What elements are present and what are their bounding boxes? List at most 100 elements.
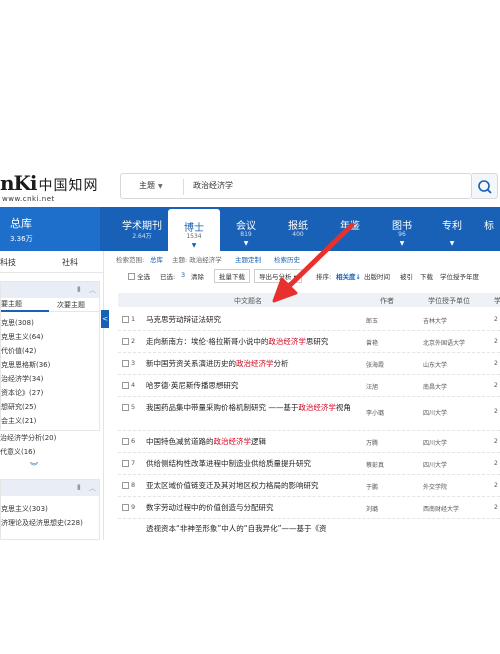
- discipline-social[interactable]: 社科: [62, 257, 78, 268]
- export-analyze-button[interactable]: 导出与分析 ▾: [254, 269, 302, 283]
- sort-degree-year[interactable]: 学位授予年度: [440, 271, 479, 281]
- row-title[interactable]: 亚太区域价值链变迁及其对地区权力格局的影响研究: [146, 480, 361, 492]
- row-unit[interactable]: 吉林大学: [423, 316, 447, 325]
- tab-total-library[interactable]: 总库 3.36万: [0, 207, 100, 251]
- table-row[interactable]: 8 亚太区域价值链变迁及其对地区权力格局的影响研究 于鹏 外交学院 2: [118, 475, 500, 497]
- row-unit[interactable]: 四川大学: [423, 408, 447, 417]
- row-title[interactable]: 数字劳动过程中的价值创造与分配研究: [146, 502, 361, 514]
- row-checkbox[interactable]: [122, 404, 129, 411]
- row-author[interactable]: 郎玉: [366, 316, 378, 325]
- row-unit[interactable]: 外交学院: [423, 482, 447, 491]
- row-unit[interactable]: 南昌大学: [423, 382, 447, 391]
- table-row[interactable]: 1 马克思劳动辩证法研究 郎玉 吉林大学 2: [118, 309, 500, 331]
- tab-standards[interactable]: 标: [478, 207, 500, 251]
- table-row[interactable]: 4 哈罗德·英尼斯传播思想研究 汪旭 南昌大学 2: [118, 375, 500, 397]
- search-button[interactable]: [472, 173, 498, 199]
- row-author[interactable]: 张海霞: [366, 360, 384, 369]
- expand-more-icon[interactable]: ︾: [30, 461, 38, 472]
- row-author[interactable]: 汪旭: [366, 382, 378, 391]
- row-author[interactable]: 于鹏: [366, 482, 378, 491]
- row-checkbox[interactable]: [122, 482, 129, 489]
- tab-journals[interactable]: 学术期刊 2.64万: [116, 207, 168, 251]
- facet-item[interactable]: 治经济学(34): [1, 374, 43, 384]
- tab-books[interactable]: 图书 96 ▼: [376, 207, 428, 251]
- facet-item[interactable]: 克思(308): [1, 318, 34, 328]
- row-unit[interactable]: 北京外国语大学: [423, 338, 465, 347]
- row-checkbox[interactable]: [122, 438, 129, 445]
- collapse-panel-button[interactable]: <: [101, 310, 109, 328]
- facet-item[interactable]: 克思主义(64): [1, 332, 43, 342]
- sort-cited[interactable]: 被引: [400, 271, 413, 281]
- row-checkbox[interactable]: [122, 504, 129, 511]
- facet-header[interactable]: ▮ ︿: [1, 282, 99, 298]
- facet-item[interactable]: 代价值(42): [1, 346, 36, 356]
- row-title[interactable]: 供给侧结构性改革进程中制造业供给质量提升研究: [146, 458, 361, 470]
- row-unit[interactable]: 四川大学: [423, 438, 447, 447]
- discipline-science[interactable]: 科技: [0, 257, 16, 268]
- row-author[interactable]: 李小璐: [366, 408, 384, 417]
- chart-icon[interactable]: ▮: [77, 285, 81, 293]
- chevron-up-icon[interactable]: ︿: [89, 285, 96, 295]
- row-title[interactable]: 走向新南方：埃伦·格拉斯哥小说中的政治经济学思研究: [146, 336, 361, 348]
- table-row[interactable]: 透视资本“非神圣形象”中人的“自我异化”——基于《资: [118, 519, 500, 540]
- search-input[interactable]: 政治经济学: [193, 180, 233, 191]
- sort-pub-time[interactable]: 出版时间: [364, 271, 390, 281]
- row-author[interactable]: 蔡彭真: [366, 460, 384, 469]
- row-author[interactable]: 刘璐: [366, 504, 378, 513]
- title-text: 走向新南方：埃伦·格拉斯哥小说中的: [146, 337, 269, 346]
- cnki-logo[interactable]: nKi 中国知网: [0, 171, 99, 195]
- row-title[interactable]: 我国药品集中带量采购价格机制研究 ——基于政治经济学视角: [146, 402, 361, 414]
- facet-item[interactable]: 代意义(16): [0, 447, 35, 457]
- search-type-select[interactable]: 主题 ▼: [139, 180, 163, 191]
- row-checkbox[interactable]: [122, 360, 129, 367]
- table-row[interactable]: 2 走向新南方：埃伦·格拉斯哥小说中的政治经济学思研究 曾艳 北京外国语大学 2: [118, 331, 500, 353]
- table-row[interactable]: 3 新中国劳资关系演进历史的政治经济学分析 张海霞 山东大学 2: [118, 353, 500, 375]
- title-text: 供给侧结构性改革进程中制造业供给质量提升研究: [146, 459, 311, 468]
- row-checkbox[interactable]: [122, 382, 129, 389]
- title-text: 哈罗德·英尼斯传播思想研究: [146, 381, 239, 390]
- row-author[interactable]: 曾艳: [366, 338, 378, 347]
- tab-label: 年鉴: [340, 221, 360, 232]
- crumb-custom-topic[interactable]: 主题定制: [235, 254, 261, 264]
- row-title[interactable]: 马克思劳动辩证法研究: [146, 314, 361, 326]
- row-unit[interactable]: 四川大学: [423, 460, 447, 469]
- facet-tab-main[interactable]: 要主题: [1, 298, 49, 312]
- row-title[interactable]: 透视资本“非神圣形象”中人的“自我异化”——基于《资: [146, 523, 386, 535]
- tab-yearbook[interactable]: 年鉴: [324, 207, 376, 251]
- facet-item[interactable]: 资本论》(27): [1, 388, 43, 398]
- select-all[interactable]: 全选: [128, 271, 150, 281]
- facet-item[interactable]: 治经济学分析(20): [0, 433, 56, 443]
- table-row[interactable]: 9 数字劳动过程中的价值创造与分配研究 刘璐 西南财经大学 2: [118, 497, 500, 519]
- facet-item[interactable]: 会主义(21): [1, 416, 36, 426]
- row-title[interactable]: 哈罗德·英尼斯传播思想研究: [146, 380, 361, 392]
- facet-item[interactable]: 想研究(25): [1, 402, 36, 412]
- batch-download-button[interactable]: 批量下载: [214, 269, 250, 283]
- tab-conference[interactable]: 会议 819 ▼: [220, 207, 272, 251]
- row-checkbox[interactable]: [122, 316, 129, 323]
- table-row[interactable]: 7 供给侧结构性改革进程中制造业供给质量提升研究 蔡彭真 四川大学 2: [118, 453, 500, 475]
- row-unit[interactable]: 西南财经大学: [423, 504, 459, 513]
- row-title[interactable]: 新中国劳资关系演进历史的政治经济学分析: [146, 358, 361, 370]
- row-author[interactable]: 万腾: [366, 438, 378, 447]
- row-checkbox[interactable]: [122, 338, 129, 345]
- facet-header[interactable]: ▮ ︿: [1, 480, 99, 496]
- table-row[interactable]: 6 中国特色减贫道路的政治经济学逻辑 万腾 四川大学 2: [118, 431, 500, 453]
- facet-tab-secondary[interactable]: 次要主题: [57, 299, 85, 311]
- chart-icon[interactable]: ▮: [77, 483, 81, 491]
- crumb-scope-value[interactable]: 总库: [150, 254, 163, 264]
- tab-newspaper[interactable]: 报纸 400: [272, 207, 324, 251]
- row-title[interactable]: 中国特色减贫道路的政治经济学逻辑: [146, 436, 361, 448]
- sort-download[interactable]: 下载: [420, 271, 433, 281]
- row-checkbox[interactable]: [122, 460, 129, 467]
- clear-link[interactable]: 清除: [191, 271, 204, 281]
- tab-patents[interactable]: 专利 ▼: [426, 207, 478, 251]
- table-row[interactable]: 5 我国药品集中带量采购价格机制研究 ——基于政治经济学视角 李小璐 四川大学 …: [118, 397, 500, 431]
- facet-item[interactable]: 克思主义(303): [1, 504, 48, 514]
- facet-item[interactable]: 克思恩格斯(36): [1, 360, 50, 370]
- facet-item[interactable]: 济理论及经济思想史(228): [1, 518, 83, 528]
- sort-relevance[interactable]: 相关度↓: [336, 271, 361, 281]
- row-unit[interactable]: 山东大学: [423, 360, 447, 369]
- crumb-search-history[interactable]: 检索历史: [274, 254, 300, 264]
- tab-doctoral[interactable]: 博士 1534 ▼: [168, 209, 220, 253]
- chevron-up-icon[interactable]: ︿: [89, 483, 96, 493]
